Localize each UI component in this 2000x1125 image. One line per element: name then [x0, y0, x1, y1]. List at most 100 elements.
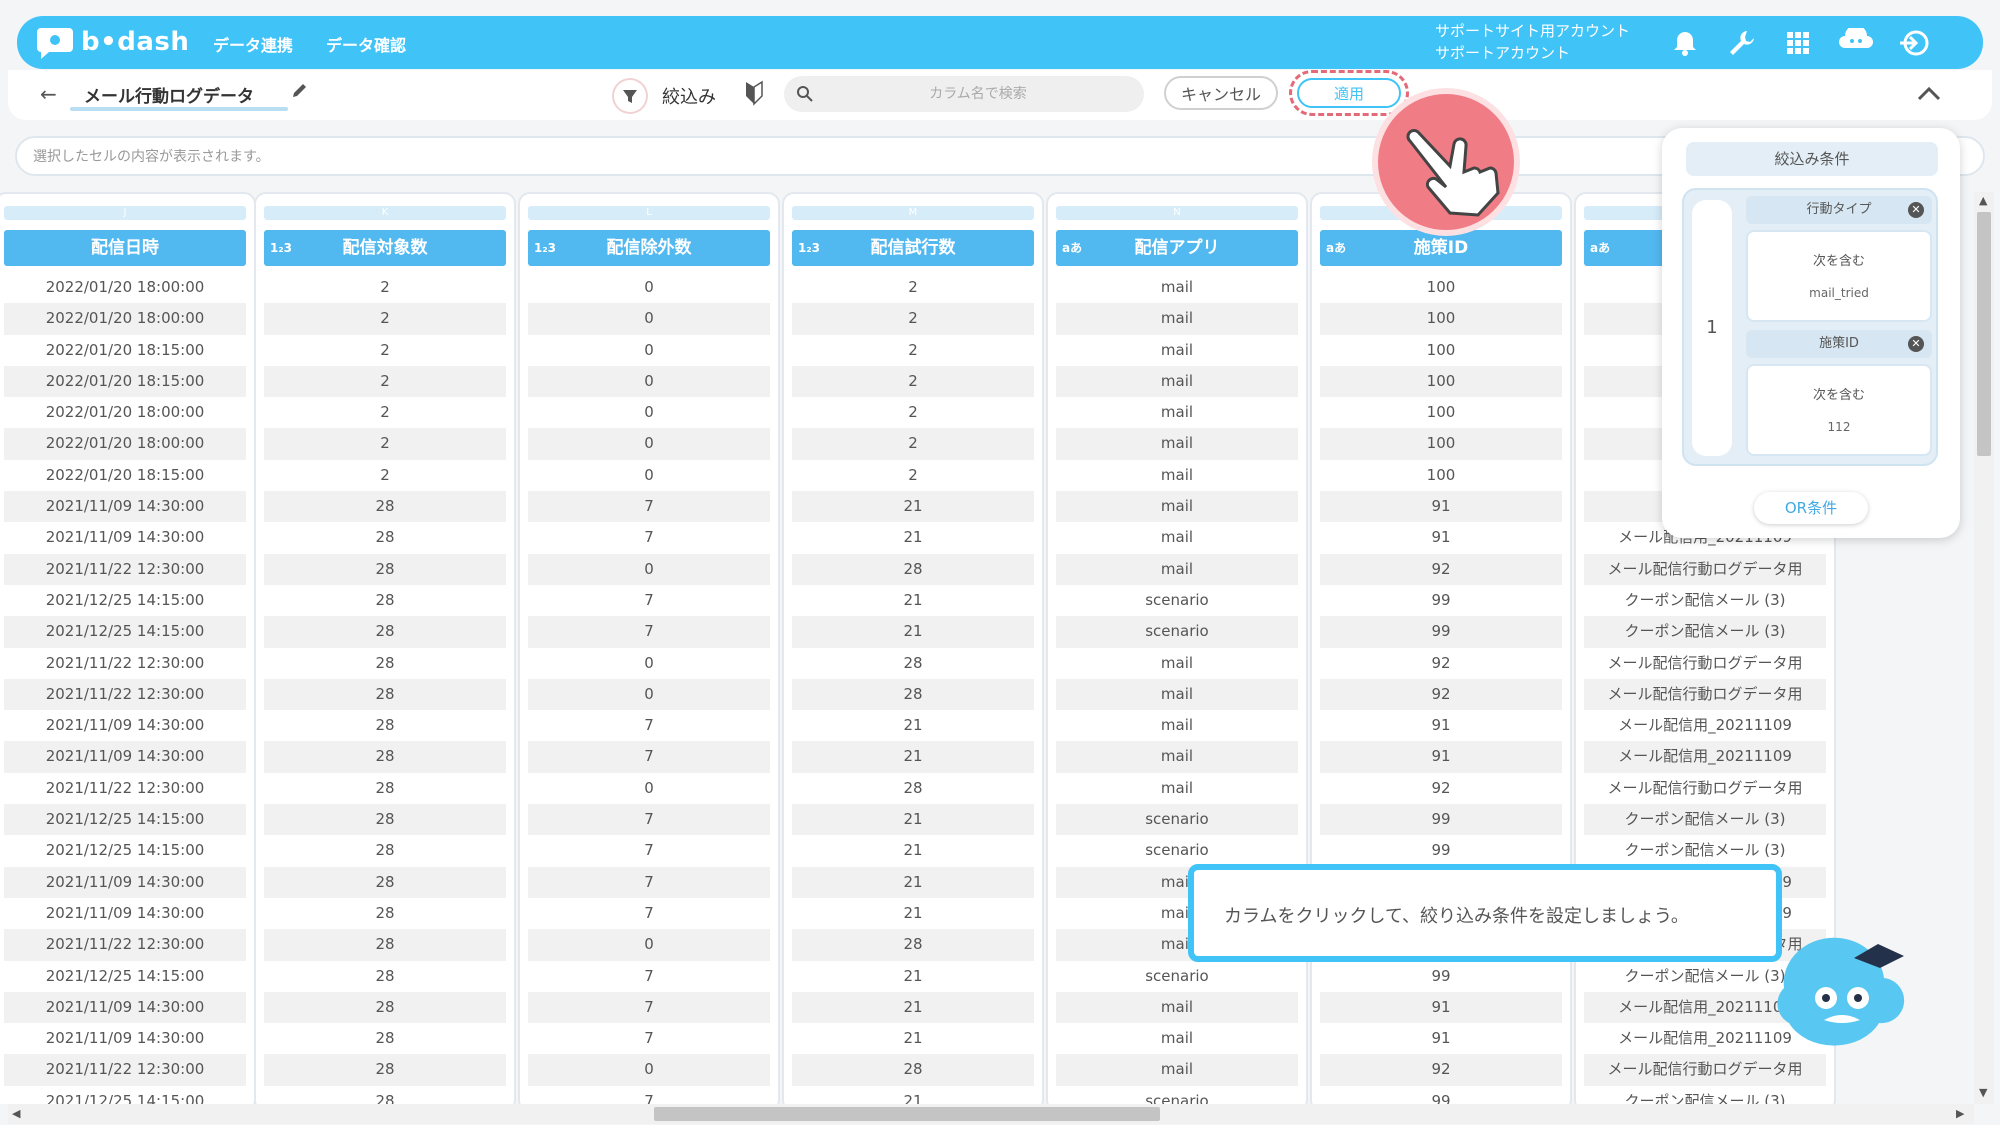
table-cell[interactable]: 28	[264, 741, 506, 773]
table-cell[interactable]: mail	[1056, 397, 1298, 428]
table-cell[interactable]: 7	[528, 1023, 770, 1054]
table-cell[interactable]: 2	[792, 365, 1034, 398]
table-cell[interactable]: 0	[528, 773, 770, 804]
table-cell[interactable]: 21	[792, 616, 1034, 648]
horizontal-scrollbar[interactable]: ◀ ▶	[8, 1104, 1974, 1124]
table-cell[interactable]: mail	[1056, 773, 1298, 804]
table-cell[interactable]: 2021/11/22 12:30:00	[4, 773, 246, 804]
grid-column[interactable]: L 1₂3 配信除外数 0 0 0 0 0 0 0 7 7 0 7 7 0 0 7 7 0 7 7 7 7 0 7 7 7 0 7	[518, 192, 780, 1104]
table-cell[interactable]: 100	[1320, 303, 1562, 335]
table-cell[interactable]: メール配信用_20211109	[1584, 741, 1826, 773]
table-cell[interactable]: 2021/11/09 14:30:00	[4, 1023, 246, 1054]
table-cell[interactable]: 7	[528, 741, 770, 773]
table-cell[interactable]: 2021/11/09 14:30:00	[4, 991, 246, 1024]
column-header[interactable]: aあ 配信アプリ	[1056, 230, 1298, 266]
table-cell[interactable]: クーポン配信メール (3)	[1584, 585, 1826, 616]
table-cell[interactable]: 0	[528, 272, 770, 303]
table-cell[interactable]: 28	[792, 678, 1034, 711]
table-cell[interactable]: 91	[1320, 741, 1562, 773]
table-name[interactable]: メール行動ログデータ	[84, 82, 254, 107]
table-cell[interactable]: 21	[792, 991, 1034, 1024]
support-mascot-icon[interactable]	[1839, 28, 1873, 58]
table-cell[interactable]: 21	[792, 522, 1034, 553]
table-cell[interactable]: 28	[792, 1054, 1034, 1086]
table-cell[interactable]: 2021/11/22 12:30:00	[4, 553, 246, 585]
table-cell[interactable]: 28	[264, 929, 506, 961]
table-cell[interactable]: 2022/01/20 18:00:00	[4, 428, 246, 460]
table-cell[interactable]: 28	[264, 866, 506, 898]
horizontal-scroll-thumb[interactable]	[654, 1107, 1160, 1121]
table-cell[interactable]: 2021/12/25 14:15:00	[4, 585, 246, 616]
table-cell[interactable]: 2	[792, 303, 1034, 335]
table-cell[interactable]: 28	[792, 553, 1034, 585]
table-cell[interactable]: 21	[792, 804, 1034, 836]
chevron-up-icon[interactable]	[1916, 84, 1942, 102]
table-cell[interactable]: メール配信用_20211109	[1584, 710, 1826, 741]
table-cell[interactable]: 21	[792, 491, 1034, 523]
table-cell[interactable]: 2021/12/25 14:15:00	[4, 961, 246, 992]
vertical-scrollbar[interactable]: ▲ ▼	[1974, 192, 1994, 1104]
filter-condition-column[interactable]: 施策ID ✕	[1746, 330, 1932, 358]
pencil-icon[interactable]	[290, 82, 308, 100]
table-cell[interactable]: mail	[1056, 678, 1298, 711]
table-cell[interactable]: 2022/01/20 18:15:00	[4, 460, 246, 491]
table-cell[interactable]: 21	[792, 835, 1034, 866]
table-cell[interactable]: 0	[528, 678, 770, 711]
grid-column[interactable]: J 配信日時 2022/01/20 18:00:00 2022/01/20 18:00…	[0, 192, 256, 1104]
table-cell[interactable]: 2021/11/22 12:30:00	[4, 678, 246, 711]
vertical-scroll-thumb[interactable]	[1977, 212, 1991, 456]
table-cell[interactable]: 28	[264, 522, 506, 553]
cell-content-display[interactable]	[33, 146, 1433, 168]
table-cell[interactable]: 7	[528, 522, 770, 553]
table-cell[interactable]: 2	[792, 428, 1034, 460]
table-cell[interactable]: mail	[1056, 365, 1298, 398]
beginner-mark-icon[interactable]	[744, 80, 764, 106]
table-cell[interactable]: 2	[264, 460, 506, 491]
table-cell[interactable]: 7	[528, 991, 770, 1024]
table-cell[interactable]: 7	[528, 804, 770, 836]
table-cell[interactable]: 0	[528, 929, 770, 961]
table-cell[interactable]: 2	[264, 428, 506, 460]
table-cell[interactable]: メール配信行動ログデータ用	[1584, 553, 1826, 585]
table-cell[interactable]: scenario	[1056, 961, 1298, 992]
table-cell[interactable]: 7	[528, 1086, 770, 1104]
table-cell[interactable]: 2021/12/25 14:15:00	[4, 1086, 246, 1104]
table-cell[interactable]: 0	[528, 335, 770, 366]
column-header[interactable]: 1₂3 配信対象数	[264, 230, 506, 266]
bell-icon[interactable]	[1670, 28, 1700, 58]
table-cell[interactable]: mail	[1056, 553, 1298, 585]
table-cell[interactable]: 2021/12/25 14:15:00	[4, 616, 246, 648]
table-cell[interactable]: 2021/11/09 14:30:00	[4, 898, 246, 929]
table-cell[interactable]: クーポン配信メール (3)	[1584, 1086, 1826, 1104]
table-cell[interactable]: メール配信行動ログデータ用	[1584, 773, 1826, 804]
table-cell[interactable]: 2021/11/09 14:30:00	[4, 741, 246, 773]
grid-column[interactable]: Oaあ施策ID100100100100100100100919192999992…	[1310, 192, 1572, 1104]
table-cell[interactable]: 2	[792, 272, 1034, 303]
table-cell[interactable]: 92	[1320, 648, 1562, 679]
filter-label[interactable]: 絞込み	[662, 83, 716, 109]
table-cell[interactable]: 2022/01/20 18:00:00	[4, 397, 246, 428]
table-cell[interactable]: 28	[264, 553, 506, 585]
table-cell[interactable]: 21	[792, 710, 1034, 741]
scroll-left-arrow-icon[interactable]: ◀	[12, 1107, 20, 1120]
table-cell[interactable]: mail	[1056, 1054, 1298, 1086]
table-cell[interactable]: 28	[264, 616, 506, 648]
table-cell[interactable]: mail	[1056, 491, 1298, 523]
table-cell[interactable]: 2	[792, 397, 1034, 428]
table-cell[interactable]: 28	[264, 1023, 506, 1054]
table-cell[interactable]: scenario	[1056, 804, 1298, 836]
table-cell[interactable]: mail	[1056, 428, 1298, 460]
grid-column[interactable]: M 1₂3 配信試行数 2 2 2 2 2 2 2 21 21 28 21 21 28 28 21 21 28 21 21…	[782, 192, 1044, 1104]
scroll-up-arrow-icon[interactable]: ▲	[1979, 194, 1987, 207]
filter-condition-box[interactable]: 次を含む mail_tried	[1746, 230, 1932, 322]
table-cell[interactable]: 2021/11/09 14:30:00	[4, 522, 246, 553]
search-input[interactable]	[828, 82, 1128, 106]
table-cell[interactable]: 28	[264, 648, 506, 679]
table-cell[interactable]: 7	[528, 835, 770, 866]
table-cell[interactable]: 99	[1320, 961, 1562, 992]
table-cell[interactable]: 0	[528, 648, 770, 679]
table-cell[interactable]: 91	[1320, 522, 1562, 553]
table-cell[interactable]: 91	[1320, 1023, 1562, 1054]
table-cell[interactable]: 28	[264, 835, 506, 866]
table-cell[interactable]: 100	[1320, 365, 1562, 398]
